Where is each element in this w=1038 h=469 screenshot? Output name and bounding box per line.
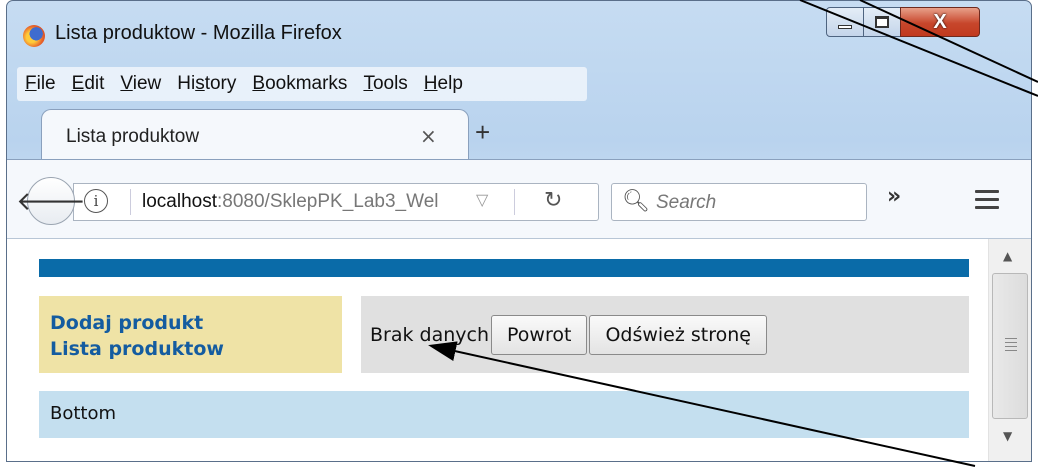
url-text[interactable]: localhost:8080/SklepPK_Lab3_Wel bbox=[142, 191, 438, 213]
menu-help[interactable]: Help bbox=[416, 73, 471, 95]
scrollbar-grip bbox=[1005, 338, 1017, 354]
vertical-scrollbar[interactable]: ▲ ▼ bbox=[988, 239, 1031, 461]
no-data-text: Brak danych bbox=[370, 323, 490, 346]
search-placeholder: Search bbox=[656, 192, 717, 213]
close-window-button[interactable]: X bbox=[900, 7, 980, 37]
tab-title: Lista produktow bbox=[66, 126, 200, 147]
url-bar[interactable]: i localhost:8080/SklepPK_Lab3_Wel ▽ ↻ bbox=[73, 183, 599, 221]
menu-tools[interactable]: Tools bbox=[355, 73, 415, 95]
close-icon: X bbox=[933, 10, 947, 33]
menu-history[interactable]: History bbox=[169, 73, 244, 95]
title-bar: Lista produktow - Mozilla Firefox X bbox=[7, 1, 1031, 65]
new-tab-icon[interactable]: + bbox=[475, 117, 490, 148]
search-bar[interactable]: 🔍︎ Search bbox=[611, 183, 867, 221]
hamburger-menu-icon[interactable] bbox=[975, 190, 999, 214]
menu-file[interactable]: File bbox=[17, 73, 64, 95]
overflow-chevron-icon[interactable]: » bbox=[887, 184, 901, 209]
window-title: Lista produktow - Mozilla Firefox bbox=[55, 22, 342, 44]
firefox-window: Lista produktow - Mozilla Firefox X File… bbox=[6, 0, 1032, 462]
url-separator bbox=[514, 189, 515, 215]
menu-bar: File Edit View History Bookmarks Tools H… bbox=[17, 67, 587, 101]
menu-view[interactable]: View bbox=[112, 73, 169, 95]
minimize-icon bbox=[838, 25, 852, 29]
main-panel: Brak danych Powrot Odśwież stronę bbox=[361, 296, 969, 373]
minimize-button[interactable] bbox=[826, 7, 864, 37]
page-footer: Bottom bbox=[39, 391, 969, 438]
back-button[interactable]: 🡐 bbox=[16, 177, 86, 225]
refresh-page-button[interactable]: Odśwież stronę bbox=[589, 314, 767, 355]
back-arrow-icon: 🡐 bbox=[16, 186, 86, 217]
maximize-icon bbox=[875, 16, 889, 28]
page-header-bar bbox=[39, 259, 969, 277]
page-content: Dodaj produkt Lista produktow Brak danyc… bbox=[7, 239, 988, 461]
navigation-toolbar: i localhost:8080/SklepPK_Lab3_Wel ▽ ↻ 🡐 … bbox=[7, 159, 1031, 239]
search-icon: 🔍︎ bbox=[622, 188, 650, 213]
menu-bookmarks[interactable]: Bookmarks bbox=[244, 73, 355, 95]
url-separator bbox=[130, 189, 131, 215]
footer-text: Bottom bbox=[50, 403, 117, 424]
scroll-up-icon[interactable]: ▲ bbox=[1003, 249, 1012, 263]
scrollbar-thumb[interactable] bbox=[992, 273, 1028, 419]
tab-lista-produktow[interactable]: Lista produktow × bbox=[41, 109, 469, 163]
maximize-button[interactable] bbox=[863, 7, 901, 37]
tab-strip: Lista produktow × + bbox=[7, 105, 1031, 163]
link-dodaj-produkt[interactable]: Dodaj produkt bbox=[50, 310, 342, 336]
scroll-down-icon[interactable]: ▼ bbox=[1003, 429, 1012, 443]
info-icon[interactable]: i bbox=[84, 189, 108, 213]
left-menu: Dodaj produkt Lista produktow bbox=[39, 296, 342, 373]
reload-icon[interactable]: ↻ bbox=[544, 187, 562, 213]
link-lista-produktow[interactable]: Lista produktow bbox=[50, 336, 342, 362]
menu-edit[interactable]: Edit bbox=[64, 73, 113, 95]
tab-close-icon[interactable]: × bbox=[420, 124, 437, 148]
url-dropdown-icon[interactable]: ▽ bbox=[476, 190, 488, 210]
back-button-page[interactable]: Powrot bbox=[491, 314, 588, 355]
firefox-logo-icon bbox=[23, 25, 45, 47]
